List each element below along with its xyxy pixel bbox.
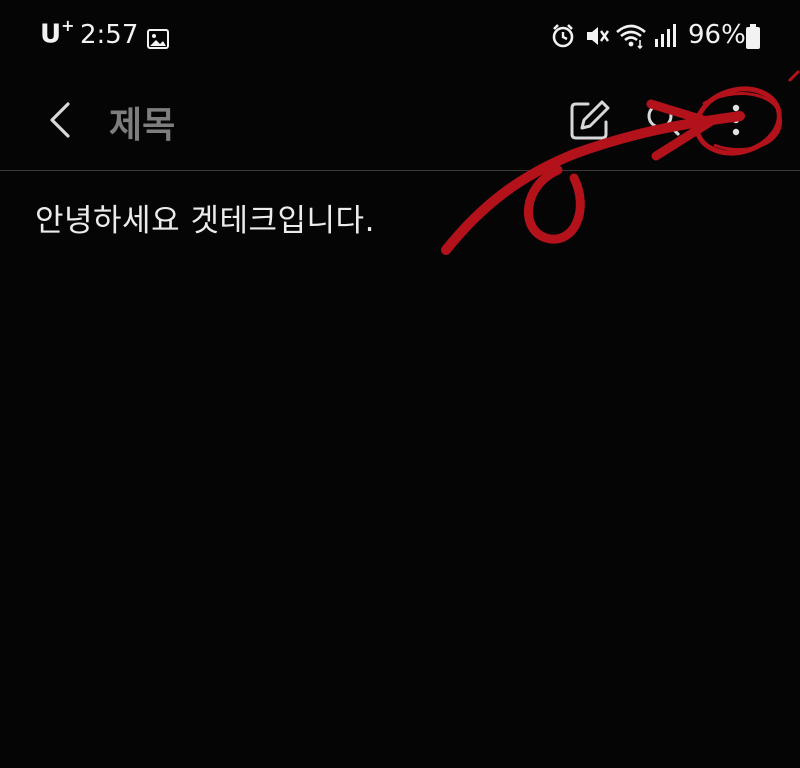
toolbar-divider: [0, 170, 800, 171]
note-title-field[interactable]: 제목: [109, 96, 175, 148]
carrier-label: U+: [40, 16, 75, 50]
status-time: 2:57: [80, 20, 139, 50]
gallery-icon: [147, 29, 169, 49]
note-body-text[interactable]: 안녕하세요 겟테크입니다.: [35, 195, 375, 240]
mute-icon: [587, 27, 609, 45]
edit-icon[interactable]: [566, 96, 614, 144]
back-button[interactable]: [38, 96, 86, 144]
search-icon[interactable]: [640, 96, 688, 144]
signal-icon: [655, 24, 676, 47]
wifi-icon: [616, 24, 646, 50]
battery-icon: [746, 24, 760, 49]
note-toolbar: 제목: [0, 76, 800, 170]
battery-percent: 96%: [688, 20, 746, 50]
status-bar: U+ 2:57 96%: [0, 0, 800, 76]
more-options-icon[interactable]: [712, 96, 760, 144]
alarm-icon: [552, 24, 574, 48]
